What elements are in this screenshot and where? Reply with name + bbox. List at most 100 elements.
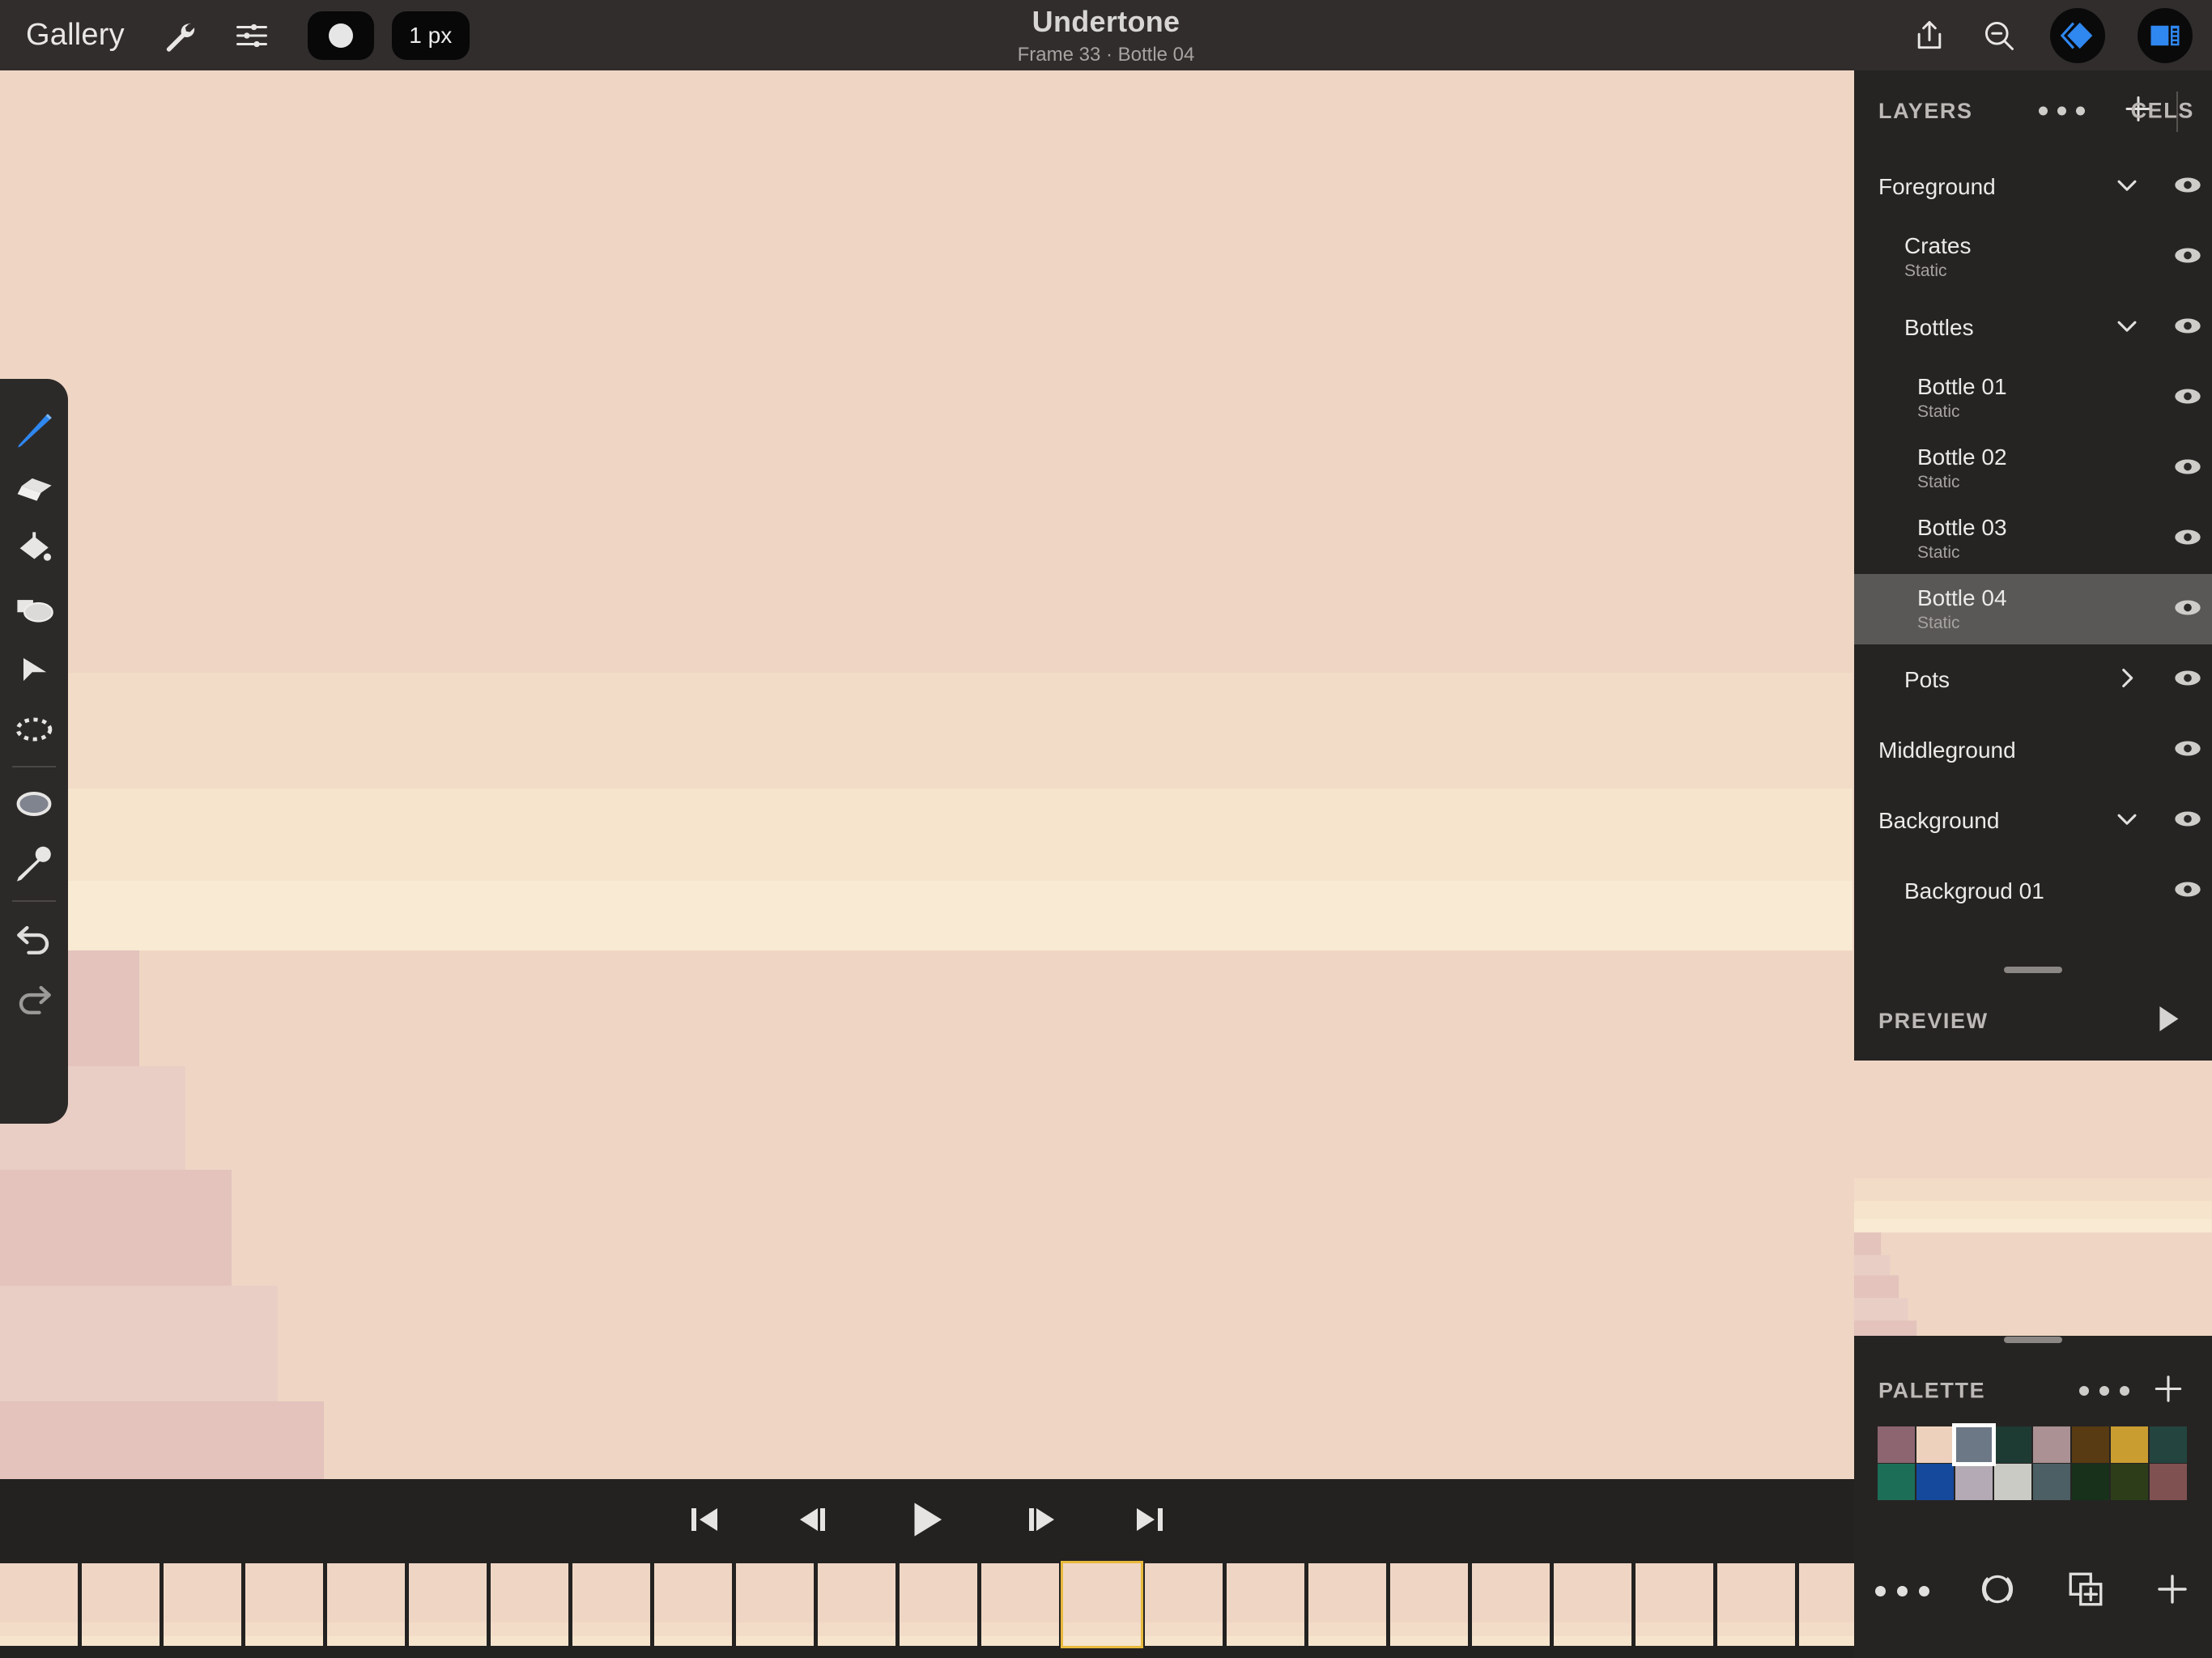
panel-resize-handle[interactable] bbox=[2004, 967, 2062, 973]
add-frame-icon[interactable] bbox=[2153, 1570, 2192, 1613]
eraser-tool[interactable] bbox=[6, 460, 62, 520]
wrench-icon[interactable] bbox=[160, 17, 198, 54]
palette-grid[interactable] bbox=[1877, 1423, 2188, 1501]
visibility-eye-icon[interactable] bbox=[2172, 168, 2204, 205]
visibility-eye-icon[interactable] bbox=[2172, 521, 2204, 557]
timeline-frame[interactable] bbox=[1390, 1563, 1468, 1646]
brush-size-button[interactable]: 1 px bbox=[391, 11, 470, 60]
palette-swatch[interactable] bbox=[2033, 1426, 2070, 1463]
frame-more-icon[interactable] bbox=[1874, 1585, 1929, 1596]
timeline-frame[interactable] bbox=[1554, 1563, 1631, 1646]
palette-swatch[interactable] bbox=[1955, 1464, 1993, 1500]
palette-swatch[interactable] bbox=[1994, 1426, 2031, 1463]
palette-swatch[interactable] bbox=[1916, 1426, 1954, 1463]
visibility-eye-icon[interactable] bbox=[2172, 661, 2204, 698]
palette-swatch[interactable] bbox=[2072, 1426, 2109, 1463]
layer-row-background[interactable]: Background bbox=[1854, 785, 2212, 856]
layer-list[interactable]: Foreground Crates Static Bottles Bottle 01 St… bbox=[1854, 151, 2212, 977]
add-swatch-icon[interactable] bbox=[2150, 1371, 2186, 1411]
layer-row-bottle-04[interactable]: Bottle 04 Static bbox=[1854, 574, 2212, 644]
play-icon[interactable] bbox=[902, 1494, 952, 1549]
timeline-frame[interactable] bbox=[1717, 1563, 1795, 1646]
timeline-frame[interactable] bbox=[164, 1563, 241, 1646]
visibility-eye-icon[interactable] bbox=[2172, 732, 2204, 768]
timeline-frame[interactable] bbox=[1308, 1563, 1386, 1646]
palette-swatch[interactable] bbox=[2150, 1426, 2187, 1463]
layer-row-bottle-03[interactable]: Bottle 03 Static bbox=[1854, 504, 2212, 574]
timeline-frame[interactable] bbox=[572, 1563, 650, 1646]
eyedropper-tool[interactable] bbox=[6, 834, 62, 894]
layer-row-middleground[interactable]: Middleground bbox=[1854, 715, 2212, 785]
palette-swatch[interactable] bbox=[2111, 1464, 2148, 1500]
timeline-frame[interactable] bbox=[818, 1563, 895, 1646]
fill-tool[interactable] bbox=[6, 520, 62, 580]
adjustments-icon[interactable] bbox=[233, 17, 270, 54]
layer-row-bottle-01[interactable]: Bottle 01 Static bbox=[1854, 363, 2212, 433]
layers-more-icon[interactable] bbox=[2039, 106, 2085, 116]
step-back-icon[interactable] bbox=[793, 1500, 832, 1543]
preview-resize-handle[interactable] bbox=[2004, 1337, 2062, 1343]
palette-swatch[interactable] bbox=[1878, 1426, 1915, 1463]
chevron-down-icon[interactable] bbox=[2113, 171, 2141, 202]
step-forward-icon[interactable] bbox=[1022, 1500, 1061, 1543]
visibility-eye-icon[interactable] bbox=[2172, 309, 2204, 346]
layer-row-pots[interactable]: Pots bbox=[1854, 644, 2212, 715]
preview-thumbnail[interactable] bbox=[1854, 1061, 2212, 1336]
zoom-out-icon[interactable] bbox=[1980, 17, 2018, 54]
pencil-tool[interactable] bbox=[6, 400, 62, 460]
duplicate-frame-icon[interactable] bbox=[2065, 1569, 2106, 1613]
timeline-frame[interactable] bbox=[1061, 1561, 1143, 1648]
visibility-eye-icon[interactable] bbox=[2172, 873, 2204, 909]
palette-swatch[interactable] bbox=[1994, 1464, 2031, 1500]
layer-row-bottles[interactable]: Bottles bbox=[1854, 292, 2212, 363]
timeline-frame[interactable] bbox=[1227, 1563, 1304, 1646]
layers-diamond-toggle[interactable] bbox=[2050, 7, 2105, 63]
marquee-tool[interactable] bbox=[6, 699, 62, 759]
chevron-down-icon[interactable] bbox=[2113, 805, 2141, 836]
timeline-frame[interactable] bbox=[82, 1563, 160, 1646]
timeline-frame[interactable] bbox=[491, 1563, 568, 1646]
palette-swatch[interactable] bbox=[1878, 1464, 1915, 1500]
timeline-frame[interactable] bbox=[981, 1563, 1059, 1646]
layer-row-backgroud-01[interactable]: Backgroud 01 bbox=[1854, 856, 2212, 926]
timeline-frame[interactable] bbox=[900, 1563, 977, 1646]
timeline-frame[interactable] bbox=[1145, 1563, 1223, 1646]
select-tool[interactable] bbox=[6, 640, 62, 699]
timeline-frame[interactable] bbox=[0, 1563, 78, 1646]
undo-tool[interactable] bbox=[6, 908, 62, 968]
visibility-eye-icon[interactable] bbox=[2172, 380, 2204, 416]
palette-swatch[interactable] bbox=[1952, 1423, 1996, 1466]
timeline-frame[interactable] bbox=[736, 1563, 814, 1646]
timeline-frame[interactable] bbox=[409, 1563, 487, 1646]
gallery-button[interactable]: Gallery bbox=[26, 18, 125, 53]
side-panel-toggle[interactable] bbox=[2138, 7, 2193, 63]
chevron-down-icon[interactable] bbox=[2113, 312, 2141, 343]
visibility-eye-icon[interactable] bbox=[2172, 591, 2204, 627]
layer-row-crates[interactable]: Crates Static bbox=[1854, 222, 2212, 292]
timeline-frame[interactable] bbox=[654, 1563, 732, 1646]
share-icon[interactable] bbox=[1911, 17, 1948, 54]
visibility-eye-icon[interactable] bbox=[2172, 450, 2204, 487]
palette-swatch[interactable] bbox=[2111, 1426, 2148, 1463]
palette-more-icon[interactable] bbox=[2079, 1386, 2129, 1396]
layer-row-foreground[interactable]: Foreground bbox=[1854, 151, 2212, 222]
visibility-eye-icon[interactable] bbox=[2172, 239, 2204, 275]
artwork-canvas[interactable] bbox=[0, 70, 1854, 1479]
onion-skin-icon[interactable] bbox=[1976, 1568, 2018, 1614]
shape-tool[interactable] bbox=[6, 580, 62, 640]
palette-swatch[interactable] bbox=[2072, 1464, 2109, 1500]
chevron-right-icon[interactable] bbox=[2113, 664, 2141, 695]
skip-to-start-icon[interactable] bbox=[685, 1500, 724, 1543]
palette-swatch[interactable] bbox=[2150, 1464, 2187, 1500]
timeline-frame[interactable] bbox=[1636, 1563, 1713, 1646]
brush-shape-button[interactable] bbox=[307, 11, 374, 60]
preview-play-icon[interactable] bbox=[2149, 1001, 2186, 1042]
canvas-viewport[interactable] bbox=[0, 70, 1854, 1479]
redo-tool[interactable] bbox=[6, 968, 62, 1028]
timeline-frame[interactable] bbox=[245, 1563, 323, 1646]
visibility-eye-icon[interactable] bbox=[2172, 802, 2204, 839]
skip-to-end-icon[interactable] bbox=[1130, 1500, 1169, 1543]
layer-row-bottle-02[interactable]: Bottle 02 Static bbox=[1854, 433, 2212, 504]
timeline-frame[interactable] bbox=[1472, 1563, 1550, 1646]
palette-swatch[interactable] bbox=[2033, 1464, 2070, 1500]
